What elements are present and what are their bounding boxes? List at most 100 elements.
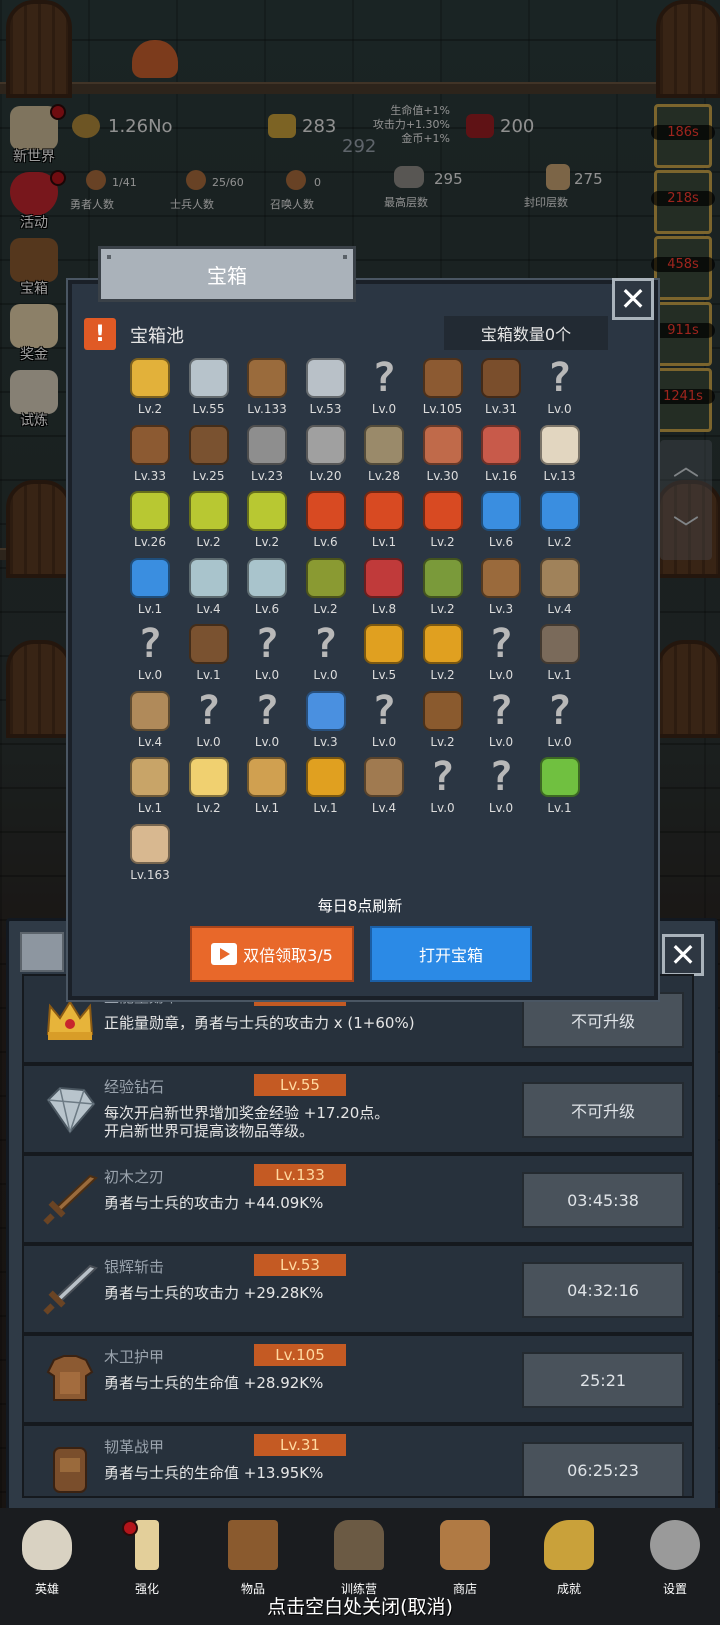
row-upgrade-button[interactable]: 25:21 [522,1352,684,1408]
chest-pool-item[interactable]: Lv.2 [183,491,235,553]
chest-pool-item[interactable]: Lv.1 [358,491,410,553]
item-level: Lv.28 [368,468,400,483]
nav-enhance[interactable]: 强化 [112,1520,182,1600]
unknown-icon: ? [196,687,221,734]
chest-pool-item[interactable]: Lv.163 [124,823,176,886]
chest-pool-item[interactable]: Lv.26 [124,491,176,553]
ham-icon [422,424,463,465]
pickaxe-icon [539,624,580,664]
red-potion-icon [305,491,346,531]
chest-pool-item[interactable]: Lv.28 [358,424,410,487]
chest-pool-item[interactable]: Lv.2 [417,624,469,686]
chest-pool-item[interactable]: ? Lv.0 [124,624,176,686]
row-upgrade-button[interactable]: 03:45:38 [522,1172,684,1228]
chest-pool-item[interactable]: Lv.2 [124,358,176,420]
chest-pool-item[interactable]: ? Lv.0 [358,358,410,420]
staff-icon [130,690,170,731]
chest-pool-item[interactable]: Lv.1 [183,624,235,686]
chest-pool-item[interactable]: Lv.2 [417,690,469,753]
row-level-badge: Lv.105 [254,1344,346,1366]
chest-pool-item[interactable]: Lv.2 [300,557,352,620]
chest-pool-item[interactable]: Lv.3 [475,557,527,620]
chest-pool-item[interactable]: Lv.3 [300,690,352,753]
chest-pool-item[interactable]: Lv.20 [300,424,352,487]
chest-pool-item[interactable]: ? Lv.0 [300,624,352,686]
item-level: Lv.0 [430,801,455,815]
chest-pool-item[interactable]: Lv.4 [358,757,410,819]
chest-pool-item[interactable]: Lv.1 [534,624,586,686]
chest-pool-item[interactable]: Lv.2 [534,491,586,553]
chest-pool-item[interactable]: ? Lv.0 [534,358,586,420]
bow-icon [364,757,404,797]
chest-pool-item[interactable]: Lv.2 [417,491,469,553]
chest-pool-item[interactable]: ? Lv.0 [475,691,527,753]
chest-pool-item[interactable]: Lv.33 [124,424,176,487]
double-claim-button[interactable]: 双倍领取3/5 [190,926,354,982]
row-upgrade-button[interactable]: 04:32:16 [522,1262,684,1318]
nav-settings[interactable]: 设置 [640,1520,710,1600]
chest-pool-item[interactable]: Lv.53 [300,358,352,420]
item-level: Lv.2 [196,801,221,815]
chest-pool-item[interactable]: Lv.2 [241,491,293,553]
chest-pool-item[interactable]: Lv.30 [417,424,469,487]
row-upgrade-button[interactable]: 06:25:23 [522,1442,684,1496]
chest-pool-item[interactable]: ? Lv.0 [534,691,586,753]
chest-pool-item[interactable]: Lv.1 [124,757,176,819]
chest-pool-item[interactable]: Lv.4 [183,557,235,620]
item-level: Lv.55 [192,402,225,416]
chest-pool-item[interactable]: Lv.23 [241,424,293,487]
chest-pool-item[interactable]: Lv.1 [300,757,352,819]
chest-pool-item[interactable]: Lv.5 [358,624,410,686]
notification-dot [122,1520,138,1536]
row-description: 勇者与士兵的生命值 +13.95K% [104,1464,324,1482]
chest-pool-item[interactable]: Lv.13 [534,424,586,487]
chest-pool-item[interactable]: Lv.2 [183,757,235,819]
item-level: Lv.5 [371,668,397,682]
row-upgrade-button[interactable]: 不可升级 [522,992,684,1048]
row-upgrade-button[interactable]: 不可升级 [522,1082,684,1138]
chest-pool-item[interactable]: Lv.16 [475,424,527,487]
row-name: 初木之刃 [104,1168,165,1186]
chest-pool-item[interactable]: Lv.1 [124,557,176,620]
chest-pool-item[interactable]: Lv.105 [417,358,469,420]
chest-pool-item[interactable]: Lv.1 [534,757,586,819]
item-level: Lv.33 [134,468,166,483]
chest-pool-item[interactable]: ? Lv.0 [241,691,293,753]
chest-pool-item[interactable]: Lv.8 [358,557,410,620]
chest-pool-item[interactable]: ? Lv.0 [417,757,469,819]
modal-close-button[interactable]: ✕ [612,278,654,320]
close-hint[interactable]: 点击空白处关闭(取消) [0,1592,720,1619]
list-close-button[interactable]: ✕ [662,934,704,976]
open-chest-button[interactable]: 打开宝箱 [370,926,532,982]
chest-pool-item[interactable]: ? Lv.0 [475,624,527,686]
silver-sword-icon [40,1258,100,1318]
nav-shop[interactable]: 商店 [430,1520,500,1600]
row-level-badge: Lv.133 [254,1164,346,1186]
chest-pool-item[interactable]: Lv.55 [183,358,235,420]
list-row: 韧革战甲 Lv.31 勇者与士兵的生命值 +13.95K% 06:25:23 [22,1424,694,1498]
chest-pool-item[interactable]: Lv.1 [241,757,293,819]
chest-pool-item[interactable]: ? Lv.0 [475,757,527,819]
chest-pool-item[interactable]: Lv.133 [241,358,293,420]
chest-pool-item[interactable]: Lv.31 [475,358,527,420]
double-claim-label: 双倍领取3/5 [243,946,333,965]
nav-heroes[interactable]: 英雄 [12,1520,82,1600]
chest-pool-item[interactable]: Lv.6 [300,491,352,553]
chest-pool-item[interactable]: Lv.4 [124,690,176,753]
item-level: Lv.0 [488,734,514,749]
chest-pool-item[interactable]: Lv.4 [534,557,586,620]
item-level: Lv.3 [488,601,514,616]
chest-pool-item[interactable]: ? Lv.0 [241,624,293,686]
yellow-potion-icon [247,491,287,531]
nav-achievements[interactable]: 成就 [534,1520,604,1600]
chest-pool-item[interactable]: Lv.2 [417,557,469,620]
chest-pool-item[interactable]: Lv.25 [183,424,235,487]
nav-items[interactable]: 物品 [218,1520,288,1600]
chest-pool-item[interactable]: ? Lv.0 [358,691,410,753]
unknown-icon: ? [547,687,572,734]
chest-pool-item[interactable]: Lv.6 [475,491,527,553]
nav-training[interactable]: 训练营 [324,1520,394,1600]
chest-pool-item[interactable]: ? Lv.0 [183,691,235,753]
item-level: Lv.133 [247,402,287,416]
chest-pool-item[interactable]: Lv.6 [241,557,293,620]
